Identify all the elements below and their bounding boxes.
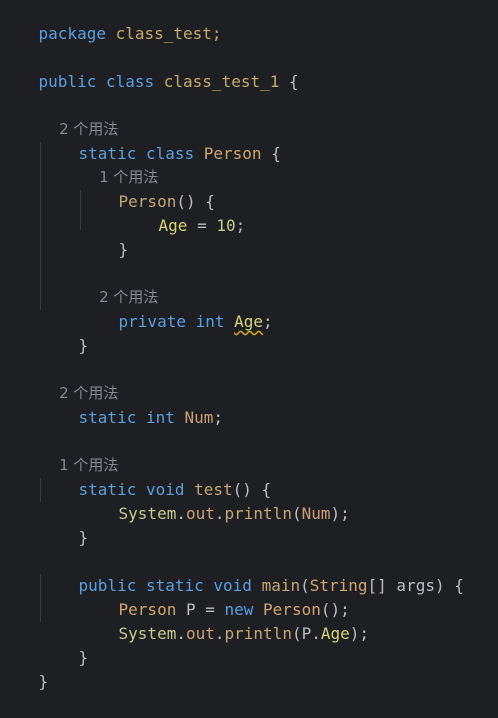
variable-p-ref: P. bbox=[301, 624, 321, 643]
field-out: out bbox=[185, 624, 215, 643]
keyword-static: static bbox=[78, 408, 137, 427]
usages-hint[interactable]: 1 个用法 bbox=[80, 141, 158, 186]
usages-hint[interactable]: 2 个用法 bbox=[80, 261, 158, 306]
paren-close: ) { bbox=[434, 576, 464, 595]
field-num-ref: Num bbox=[301, 504, 331, 523]
keyword-package: package bbox=[38, 24, 106, 43]
usages-hint[interactable]: 1 个用法 bbox=[40, 429, 118, 474]
dot: . bbox=[214, 504, 225, 523]
dot: . bbox=[214, 624, 225, 643]
method-println: println bbox=[224, 504, 292, 523]
semicolon: ; bbox=[263, 312, 273, 331]
paren-open: ( bbox=[291, 624, 302, 643]
keyword-private: private bbox=[118, 312, 186, 331]
class-name: class_test_1 bbox=[163, 72, 280, 91]
code-line-test-close[interactable]: } bbox=[40, 502, 89, 547]
paren-close: ); bbox=[330, 504, 350, 523]
brace-close: } bbox=[78, 648, 89, 667]
brace-open: { bbox=[279, 72, 299, 91]
semicolon: ; bbox=[235, 216, 246, 235]
semicolon: ; bbox=[213, 408, 224, 427]
code-line-main-close[interactable]: } bbox=[40, 622, 89, 667]
code-line-main-decl[interactable]: public static void main(String[] args) { bbox=[40, 550, 464, 595]
code-line-num-decl[interactable]: static int Num; bbox=[40, 382, 224, 427]
keyword-int: int bbox=[185, 312, 235, 331]
package-name: class_test; bbox=[105, 24, 222, 43]
code-line-person-decl[interactable]: static class Person { bbox=[40, 118, 281, 163]
code-line-ctor[interactable]: Person() { bbox=[80, 166, 215, 211]
code-line-ctor-close[interactable]: } bbox=[80, 214, 129, 259]
code-line-age-assign[interactable]: Age = 10; bbox=[120, 190, 246, 235]
code-line-person-close[interactable]: } bbox=[40, 310, 89, 355]
usages-hint[interactable]: 2 个用法 bbox=[40, 357, 118, 402]
code-line-println-num[interactable]: System.out.println(Num); bbox=[80, 478, 350, 523]
code-line-test-decl[interactable]: static void test() { bbox=[40, 454, 272, 499]
code-line-class-decl[interactable]: public class class_test_1 { bbox=[0, 46, 299, 91]
keyword-class: class bbox=[96, 72, 164, 91]
field-num: Num bbox=[184, 408, 214, 427]
field-age-ref: Age bbox=[320, 624, 350, 643]
brace-open: { bbox=[261, 144, 281, 163]
brace-close: } bbox=[78, 336, 89, 355]
method-println: println bbox=[224, 624, 292, 643]
usages-hint[interactable]: 2 个用法 bbox=[40, 93, 118, 138]
param-args: [] args bbox=[367, 576, 435, 595]
code-line-println-age[interactable]: System.out.println(P.Age); bbox=[80, 598, 370, 643]
brace-close: } bbox=[38, 672, 49, 691]
brace-close: } bbox=[78, 528, 89, 547]
class-system: System bbox=[118, 624, 177, 643]
dot: . bbox=[176, 624, 186, 643]
paren-close: ); bbox=[349, 624, 370, 643]
field-age-warning[interactable]: Age bbox=[234, 312, 263, 331]
code-line-age-decl[interactable]: private int Age; bbox=[80, 286, 273, 331]
class-name-person: Person bbox=[203, 144, 262, 163]
number-literal: 10 bbox=[216, 216, 236, 235]
dot: . bbox=[176, 504, 186, 523]
code-line-new-person[interactable]: Person P = new Person(); bbox=[80, 574, 350, 619]
class-system: System bbox=[118, 504, 177, 523]
field-age: Age bbox=[158, 216, 188, 235]
field-out: out bbox=[185, 504, 215, 523]
paren-open: ( bbox=[291, 504, 302, 523]
code-line-class-close[interactable]: } bbox=[0, 646, 49, 691]
keyword-int: int bbox=[136, 408, 185, 427]
code-editor[interactable]: package class_test; public class class_t… bbox=[0, 0, 498, 691]
brace-close: } bbox=[118, 240, 129, 259]
keyword-public: public bbox=[38, 72, 97, 91]
code-line-package[interactable]: package class_test; bbox=[0, 0, 222, 43]
assign-op: = bbox=[187, 216, 217, 235]
